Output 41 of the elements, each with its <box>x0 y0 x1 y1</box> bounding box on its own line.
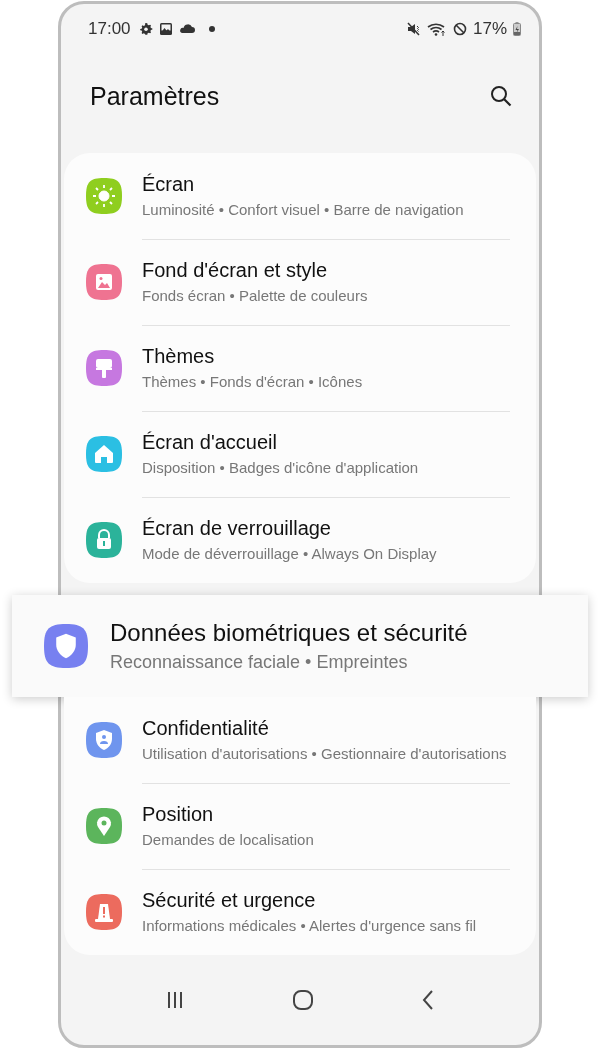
item-title: Confidentialité <box>142 717 270 740</box>
battery-icon <box>513 22 521 36</box>
blocked-icon <box>452 22 467 36</box>
battery-percent: 17% <box>472 19 507 39</box>
settings-item[interactable]: Écran de verrouillage Mode de déverrouillage • Always On Display <box>64 497 536 583</box>
status-time: 17:00 <box>88 19 131 39</box>
image-icon <box>158 22 173 36</box>
search-icon[interactable] <box>489 84 513 108</box>
settings-item[interactable]: Thèmes Thèmes • Fonds d'écran • Icônes <box>64 325 536 411</box>
settings-item[interactable]: Position Demandes de localisation <box>64 783 536 869</box>
settings-item[interactable]: Confidentialité Utilisation d'autorisations • Gestionnaire d'autorisations <box>64 697 536 783</box>
item-subtitle: Utilisation d'autorisations • Gestionnaire d'autorisations <box>142 744 507 763</box>
item-title: Fond d'écran et style <box>142 259 329 282</box>
item-title: Position <box>142 803 215 826</box>
item-title: Écran <box>142 173 196 196</box>
page-title: Paramètres <box>90 81 220 111</box>
settings-item[interactable]: Sécurité et urgence Informations médicales • Alertes d'urgence sans fil <box>64 869 536 955</box>
item-subtitle: Luminosité • Confort visuel • Barre de navigation <box>142 200 464 219</box>
item-title: Thèmes <box>142 345 216 368</box>
gear-icon <box>138 22 153 36</box>
item-subtitle: Informations médicales • Alertes d'urgence sans fil <box>142 916 477 935</box>
item-subtitle: Disposition • Badges d'icône d'application <box>142 458 419 477</box>
mute-icon <box>406 22 421 36</box>
cloud-icon <box>178 23 195 35</box>
item-subtitle: Thèmes • Fonds d'écran • Icônes <box>142 372 363 391</box>
item-subtitle: Mode de déverrouillage • Always On Display <box>142 544 437 563</box>
home-icon[interactable] <box>292 989 314 1011</box>
settings-item[interactable]: Fond d'écran et style Fonds écran • Palette de couleurs <box>64 239 536 325</box>
item-subtitle: Fonds écran • Palette de couleurs <box>142 286 368 305</box>
back-icon[interactable] <box>421 989 436 1011</box>
item-subtitle: Demandes de localisation <box>142 830 314 849</box>
notification-dot-icon <box>208 26 215 32</box>
item-title: Sécurité et urgence <box>142 889 317 912</box>
wifi-icon <box>426 22 447 36</box>
item-title: Écran d'accueil <box>142 431 278 454</box>
item-subtitle: Reconnaissance faciale • Empreintes <box>110 651 409 673</box>
settings-item[interactable]: Écran Luminosité • Confort visuel • Barre de navigation <box>64 153 536 239</box>
item-title: Données biométriques et sécurité <box>110 619 468 647</box>
item-title: Écran de verrouillage <box>142 517 332 540</box>
settings-item[interactable]: Données biométriques et sécurité Reconnaissance faciale • Empreintes <box>12 595 588 697</box>
settings-item[interactable]: Écran d'accueil Disposition • Badges d'icône d'application <box>64 411 536 497</box>
